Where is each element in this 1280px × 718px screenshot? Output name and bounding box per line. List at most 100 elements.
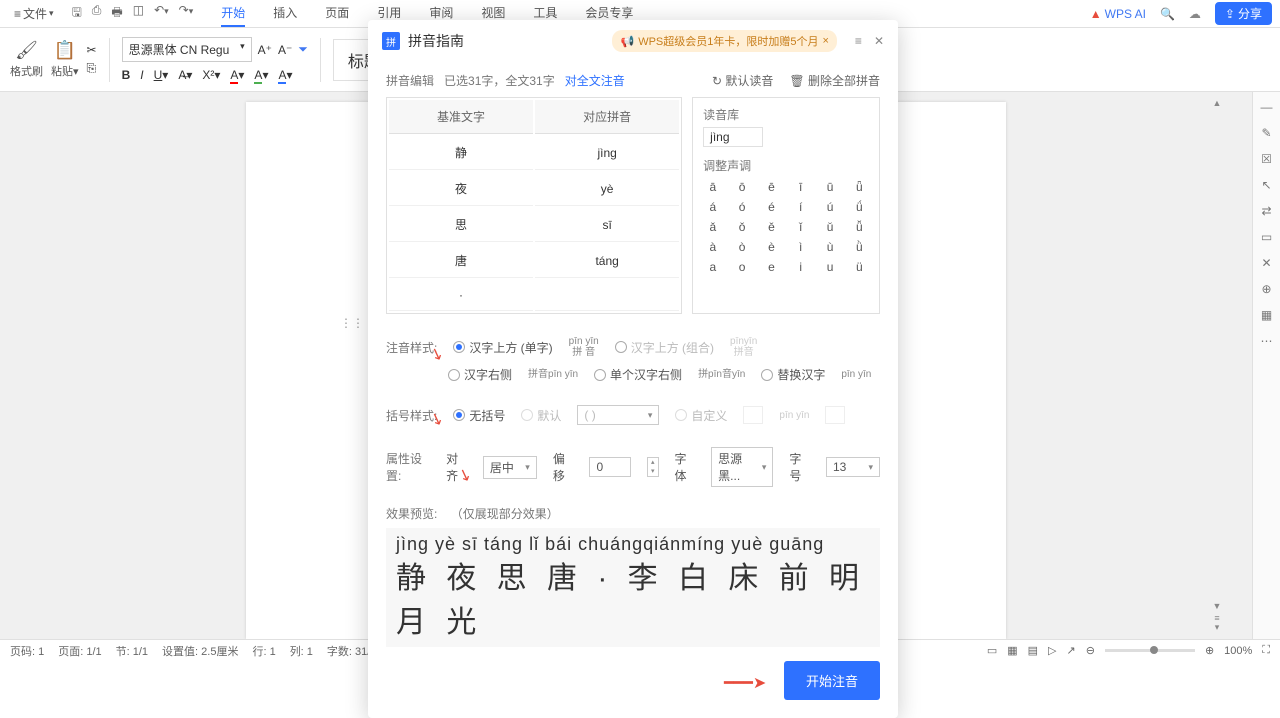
superscript-icon[interactable]: X²▾: [202, 68, 220, 82]
underline-icon[interactable]: U▾: [154, 68, 169, 82]
format-brush-icon[interactable]: 🖌: [15, 40, 38, 61]
tone-cell[interactable]: ě: [762, 220, 781, 234]
side-box-icon[interactable]: ☒: [1261, 152, 1272, 166]
tone-cell[interactable]: ǒ: [732, 220, 751, 234]
pinyin-table[interactable]: 基准文字对应拼音 静jìng 夜yè 思sī 唐táng ·: [386, 97, 682, 314]
zoom-in-icon[interactable]: ⊕: [1205, 644, 1214, 657]
tone-cell[interactable]: ē: [762, 180, 781, 194]
radio-default-bracket[interactable]: 默认: [521, 407, 561, 424]
custom-bracket-left[interactable]: [743, 406, 763, 424]
tab-page[interactable]: 页面: [325, 0, 349, 27]
paste-icon[interactable]: 📋: [54, 40, 76, 61]
tone-cell[interactable]: e: [762, 260, 781, 274]
radio-above-group[interactable]: 汉字上方 (组合): [615, 339, 714, 356]
search-icon[interactable]: 🔍: [1160, 7, 1175, 21]
font-grow-icon[interactable]: A⁺: [258, 43, 272, 57]
radio-no-bracket[interactable]: 无括号: [453, 407, 505, 424]
radio-right[interactable]: 汉字右侧: [448, 366, 512, 383]
tone-cell[interactable]: ā: [703, 180, 722, 194]
side-add-icon[interactable]: ⊕: [1261, 282, 1271, 296]
tone-cell[interactable]: é: [762, 200, 781, 214]
view-mode-1-icon[interactable]: ▭: [987, 644, 997, 657]
side-more-icon[interactable]: ⋯: [1261, 334, 1273, 348]
view-mode-5-icon[interactable]: ↗: [1067, 644, 1076, 657]
tone-cell[interactable]: a: [703, 260, 722, 274]
save-icon[interactable]: 🖫: [72, 3, 82, 24]
cut-icon[interactable]: ✂: [87, 43, 97, 57]
tone-cell[interactable]: ú: [820, 200, 839, 214]
tab-insert[interactable]: 插入: [273, 0, 297, 27]
delete-all-button[interactable]: 🗑 删除全部拼音: [789, 72, 880, 89]
scroll-page-down-icon[interactable]: ▾: [1212, 622, 1222, 633]
zoom-out-icon[interactable]: ⊖: [1086, 644, 1095, 657]
tone-cell[interactable]: ǜ: [850, 240, 869, 254]
dialog-menu-icon[interactable]: ≡: [855, 34, 862, 48]
preview-icon[interactable]: ◫: [133, 3, 144, 24]
view-mode-3-icon[interactable]: ▤: [1028, 644, 1038, 657]
tone-cell[interactable]: i: [791, 260, 810, 274]
view-mode-2-icon[interactable]: ▦: [1007, 644, 1017, 657]
radio-custom-bracket[interactable]: 自定义: [675, 407, 727, 424]
undo-icon[interactable]: ↶▾: [154, 3, 169, 24]
zoom-value[interactable]: 100%: [1224, 645, 1252, 657]
highlight-icon[interactable]: A▾: [254, 68, 268, 82]
side-grid-icon[interactable]: ▦: [1261, 308, 1272, 322]
start-button[interactable]: ━━━➤ 开始注音: [784, 661, 880, 700]
align-combo[interactable]: 居中▾: [483, 456, 537, 479]
font-color-icon[interactable]: A▾: [230, 68, 244, 82]
tab-home[interactable]: 开始: [221, 0, 245, 27]
side-tools-icon[interactable]: ✕: [1261, 256, 1271, 270]
custom-bracket-right[interactable]: [825, 406, 845, 424]
copy-icon[interactable]: ⎘: [87, 61, 97, 76]
cloud-icon[interactable]: ☁: [1189, 7, 1201, 21]
offset-input[interactable]: 0: [589, 457, 631, 477]
tone-cell[interactable]: ì: [791, 240, 810, 254]
promo-banner[interactable]: 📢 WPS超级会员1年卡，限时加赠5个月 ×: [612, 30, 836, 52]
italic-icon[interactable]: I: [140, 68, 143, 82]
tone-cell[interactable]: ō: [732, 180, 751, 194]
redo-icon[interactable]: ↷▾: [179, 3, 194, 24]
bold-icon[interactable]: B: [122, 68, 131, 82]
tone-cell[interactable]: ǎ: [703, 220, 722, 234]
scroll-down-icon[interactable]: ▼: [1212, 601, 1222, 611]
tone-cell[interactable]: í: [791, 200, 810, 214]
font-selector[interactable]: 思源黑体 CN Regu▾: [122, 37, 252, 62]
tone-cell[interactable]: ó: [732, 200, 751, 214]
tone-cell[interactable]: à: [703, 240, 722, 254]
font-border-icon[interactable]: A▾: [278, 68, 292, 82]
full-text-link[interactable]: 对全文注音: [565, 72, 625, 89]
view-mode-4-icon[interactable]: ▷: [1048, 644, 1056, 657]
print-preview-icon[interactable]: ⎙: [92, 3, 102, 24]
fullscreen-icon[interactable]: ⛶: [1262, 644, 1270, 657]
tone-cell[interactable]: ǐ: [791, 220, 810, 234]
radio-replace[interactable]: 替换汉字: [761, 366, 825, 383]
tone-cell[interactable]: ǚ: [850, 220, 869, 234]
side-swap-icon[interactable]: ⇄: [1261, 204, 1271, 218]
bracket-combo[interactable]: ( )▾: [577, 405, 659, 425]
side-rect-icon[interactable]: ▭: [1261, 230, 1272, 244]
read-value[interactable]: jìng: [703, 127, 763, 147]
clear-format-icon[interactable]: ⏷: [298, 42, 308, 57]
offset-spinner[interactable]: ▴▾: [647, 457, 659, 477]
size-combo[interactable]: 13▾: [826, 457, 880, 477]
radio-above-single[interactable]: 汉字上方 (单字): [453, 339, 552, 356]
tone-cell[interactable]: ǔ: [820, 220, 839, 234]
promo-close-icon[interactable]: ×: [822, 35, 828, 47]
tone-cell[interactable]: ǘ: [850, 200, 869, 214]
dialog-close-icon[interactable]: ✕: [874, 34, 884, 48]
side-cursor-icon[interactable]: ↖: [1261, 178, 1271, 192]
share-button[interactable]: ⇪ 分享: [1215, 2, 1272, 25]
tone-cell[interactable]: ī: [791, 180, 810, 194]
scroll-up-icon[interactable]: ▲: [1212, 98, 1222, 108]
print-icon[interactable]: 🖶: [111, 3, 122, 24]
tone-cell[interactable]: á: [703, 200, 722, 214]
wps-ai-button[interactable]: ▲WPS AI: [1090, 7, 1146, 21]
tone-cell[interactable]: è: [762, 240, 781, 254]
tone-cell[interactable]: ù: [820, 240, 839, 254]
radio-right-each[interactable]: 单个汉字右侧: [594, 366, 682, 383]
font-shrink-icon[interactable]: A⁻: [278, 43, 292, 57]
default-read-button[interactable]: ↻ 默认读音: [712, 72, 773, 89]
file-menu[interactable]: ≡ 文件 ▾: [8, 3, 60, 24]
side-minus-icon[interactable]: —: [1261, 100, 1273, 114]
strike-icon[interactable]: A̶▾: [178, 68, 192, 82]
